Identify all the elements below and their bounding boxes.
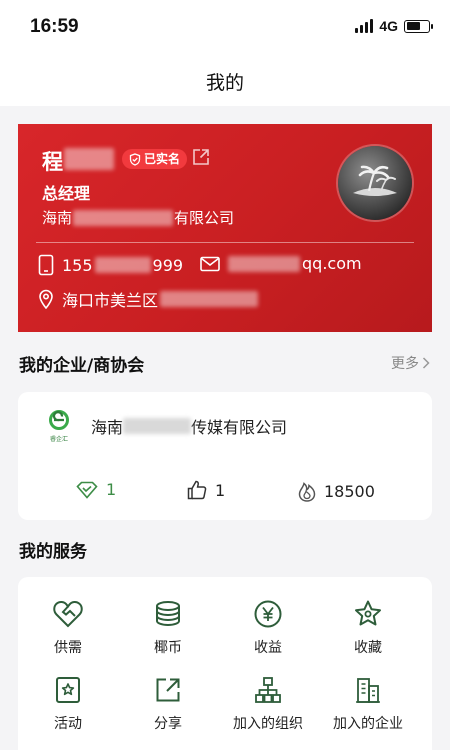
- certified-count: 1: [106, 480, 117, 499]
- external-link-icon[interactable]: [192, 148, 210, 166]
- enterprise-logo-text: 睿企汇: [49, 436, 68, 443]
- status-bar: 16:59 4G: [0, 0, 450, 54]
- service-activities[interactable]: 活动: [18, 675, 118, 733]
- enterprise-name: 海南 传媒有限公司: [91, 414, 287, 438]
- service-label: 收益: [254, 640, 282, 656]
- org-chart-icon: [255, 677, 281, 703]
- services-section-title: 我的服务: [19, 542, 87, 562]
- signal-icon: [355, 19, 374, 33]
- card-name: 程: [42, 150, 63, 174]
- star-icon: [355, 600, 381, 626]
- card-divider: [36, 242, 414, 243]
- palm-island-logo-icon: [353, 165, 397, 196]
- verified-badge: 已实名: [122, 149, 188, 169]
- company-suffix: 有限公司: [174, 209, 235, 227]
- page-title: 我的: [205, 72, 244, 94]
- status-time: 16:59: [30, 16, 79, 37]
- card-email[interactable]: qq.com: [200, 254, 362, 273]
- shield-check-icon: [129, 152, 141, 166]
- redacted-email: [228, 255, 300, 272]
- likes-count: 1: [215, 480, 226, 500]
- redacted-company: [73, 209, 174, 226]
- service-label: 加入的组织: [233, 716, 303, 732]
- enterprise-name-suffix: 传媒有限公司: [191, 418, 288, 437]
- redacted-address: [160, 291, 259, 307]
- share-icon: [156, 678, 180, 702]
- mail-icon: [200, 256, 220, 271]
- nav-bar: 我的: [0, 54, 450, 106]
- service-coconut-coin[interactable]: 椰币: [118, 599, 218, 657]
- certified-stat[interactable]: 1: [76, 480, 116, 499]
- card-company: 海南 有限公司: [42, 207, 234, 228]
- status-indicators: 4G: [355, 18, 433, 34]
- phone-prefix: 155: [62, 255, 93, 275]
- heat-count: 18500: [324, 481, 375, 501]
- card-address[interactable]: 海口市美兰区: [38, 287, 259, 311]
- card-position: 总经理: [42, 184, 91, 203]
- redacted-phone: [94, 257, 151, 273]
- enterprise-logo: 睿企汇: [46, 410, 72, 443]
- service-favorites[interactable]: 收藏: [318, 599, 418, 657]
- activity-badge-icon: [56, 677, 80, 703]
- business-card[interactable]: 程 已实名 总经理 海南 有限公司 155 999 qq.com 海口市美兰区: [18, 124, 432, 332]
- certified-diamond-icon: [76, 481, 98, 499]
- service-joined-enterprises[interactable]: 加入的企业: [318, 675, 418, 733]
- service-label: 分享: [154, 716, 182, 732]
- location-pin-icon: [39, 289, 53, 309]
- services-card: 供需 椰币 收益 收藏 活动 分享 加入的组织 加入的企业: [18, 577, 432, 750]
- thumbs-up-icon: [187, 480, 207, 500]
- phone-icon: [38, 254, 54, 276]
- more-link[interactable]: 更多: [391, 353, 430, 373]
- yuan-circle-icon: [254, 600, 282, 628]
- handshake-heart-icon: [53, 600, 83, 628]
- company-prefix: 海南: [42, 209, 73, 227]
- heat-stat[interactable]: 18500: [298, 480, 375, 502]
- service-label: 加入的企业: [333, 716, 403, 732]
- address-prefix: 海口市美兰区: [62, 291, 159, 310]
- battery-level: [406, 22, 421, 30]
- email-suffix: qq.com: [302, 254, 362, 273]
- redacted-name: [64, 148, 114, 170]
- service-joined-organizations[interactable]: 加入的组织: [218, 675, 318, 733]
- service-label: 椰币: [154, 640, 182, 656]
- network-type: 4G: [379, 18, 398, 34]
- service-share[interactable]: 分享: [118, 675, 218, 733]
- service-earnings[interactable]: 收益: [218, 599, 318, 657]
- verified-label: 已实名: [144, 152, 181, 166]
- coin-stack-icon: [156, 601, 180, 627]
- service-supply-demand[interactable]: 供需: [18, 599, 118, 657]
- phone-suffix: 999: [152, 255, 184, 275]
- service-label: 活动: [54, 716, 82, 732]
- redacted-enterprise-name: [123, 418, 192, 434]
- flame-icon: [298, 482, 316, 502]
- battery-icon: [404, 19, 433, 33]
- ruiqihui-logo-icon: [49, 410, 69, 430]
- service-label: 供需: [54, 640, 82, 656]
- avatar[interactable]: [338, 146, 412, 220]
- enterprise-card[interactable]: 睿企汇 海南 传媒有限公司 1 1 18500: [18, 392, 432, 520]
- likes-stat[interactable]: 1: [187, 480, 225, 500]
- enterprise-section-title: 我的企业/商协会: [19, 356, 145, 376]
- more-label: 更多: [391, 356, 419, 372]
- chevron-right-icon: [422, 357, 430, 369]
- building-icon: [356, 678, 380, 703]
- enterprise-name-prefix: 海南: [91, 418, 124, 437]
- service-label: 收藏: [354, 640, 382, 656]
- card-phone[interactable]: 155 999: [38, 254, 183, 276]
